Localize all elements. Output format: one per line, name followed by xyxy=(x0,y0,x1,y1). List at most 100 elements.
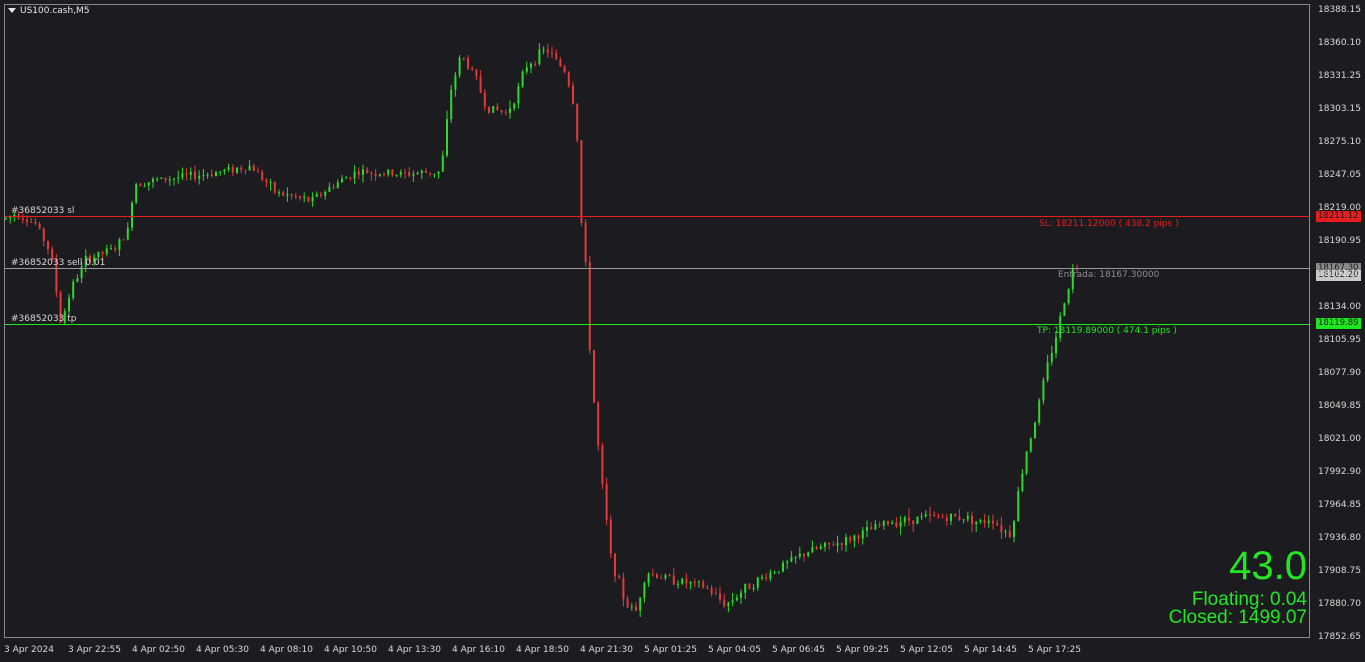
candle-body xyxy=(408,171,411,176)
candle-body xyxy=(152,178,154,183)
candle-body xyxy=(954,513,957,517)
candle-body xyxy=(987,520,990,523)
candle-body xyxy=(198,175,201,179)
candle-body xyxy=(866,527,868,531)
candle-body xyxy=(420,170,423,174)
candle-body xyxy=(698,581,700,583)
candle-body xyxy=(874,524,877,530)
candle-body xyxy=(1046,362,1049,381)
candle-body xyxy=(324,191,327,196)
candle-body xyxy=(131,202,133,228)
candle-body xyxy=(290,194,293,196)
candle-body xyxy=(572,85,574,104)
candle-body xyxy=(349,177,352,179)
candle-body xyxy=(639,597,642,611)
candle-body xyxy=(231,167,234,173)
candle-body xyxy=(849,537,852,541)
candle-body xyxy=(454,75,457,90)
candle-body xyxy=(1050,352,1053,363)
symbol-label[interactable]: US100.cash,M5 xyxy=(8,6,90,16)
candle-body xyxy=(668,575,671,577)
candle-body xyxy=(744,583,747,593)
candle-body xyxy=(110,248,112,250)
y-tick-label: 17936.80 xyxy=(1318,533,1361,543)
y-tick-label: 18134.00 xyxy=(1318,302,1361,312)
candle-body xyxy=(916,516,919,525)
candle-body xyxy=(853,535,856,541)
candle-body xyxy=(299,196,301,198)
candle-body xyxy=(1034,422,1036,439)
candle-body xyxy=(1013,521,1015,538)
candle-body xyxy=(769,572,772,579)
candle-body xyxy=(341,178,343,183)
tp-label: TP: 18119.89000 ( 474.1 pips ) xyxy=(1037,326,1177,336)
candle-body xyxy=(126,227,129,240)
x-tick-label: 5 Apr 09:25 xyxy=(836,645,889,655)
candle-body xyxy=(437,171,440,174)
candle-body xyxy=(345,177,348,179)
x-tick-label: 4 Apr 02:50 xyxy=(132,645,185,655)
candle-body xyxy=(1017,490,1020,522)
candle-body xyxy=(105,248,108,254)
tp-price-box[interactable]: 18119.89 xyxy=(1316,318,1361,329)
candle-body xyxy=(223,169,226,172)
candle-body xyxy=(5,218,7,220)
candle-body xyxy=(210,174,213,177)
candle-body xyxy=(404,171,406,173)
candle-body xyxy=(660,577,663,579)
candle-body xyxy=(248,165,251,171)
y-tick-label: 17992.90 xyxy=(1318,467,1361,477)
chart-window[interactable]: US100.cash,M5 #36852033 sl #36852033 sel… xyxy=(0,0,1365,662)
candle-body xyxy=(68,297,70,312)
candle-body xyxy=(1021,473,1024,491)
candle-body xyxy=(555,53,558,60)
candle-body xyxy=(891,522,894,525)
candle-body xyxy=(320,194,322,196)
candle-body xyxy=(777,571,780,573)
candle-body xyxy=(72,281,75,298)
y-tick-label: 18388.15 xyxy=(1318,5,1361,15)
candle-body xyxy=(580,140,583,223)
candle-body xyxy=(576,103,579,141)
candle-body xyxy=(899,522,902,527)
candle-body xyxy=(958,516,961,520)
sl-tag: #36852033 sl xyxy=(11,206,75,216)
candle-body xyxy=(475,69,478,77)
y-tick-label: 18331.25 xyxy=(1318,71,1361,81)
candle-body xyxy=(672,575,675,585)
x-tick-label: 3 Apr 2024 xyxy=(4,645,54,655)
y-tick-label: 17880.70 xyxy=(1318,599,1361,609)
candle-body xyxy=(840,543,843,546)
candle-body xyxy=(391,169,394,176)
candle-body xyxy=(546,49,549,53)
candle-body xyxy=(450,89,453,120)
dropdown-triangle-icon[interactable] xyxy=(8,8,16,13)
candle-body xyxy=(307,196,310,202)
candle-body xyxy=(605,484,608,520)
candle-body xyxy=(845,537,847,546)
candle-body xyxy=(815,547,818,549)
candle-body xyxy=(786,561,789,563)
candle-body xyxy=(559,59,562,67)
candle-body xyxy=(656,574,658,578)
candle-body xyxy=(748,583,751,590)
closed-value: Closed: 1499.07 xyxy=(1168,607,1307,628)
candle-body xyxy=(870,527,873,530)
candle-body xyxy=(685,578,688,584)
candle-body xyxy=(97,251,100,258)
candle-body xyxy=(479,76,482,93)
y-tick-label: 18190.95 xyxy=(1318,236,1361,246)
x-tick-label: 4 Apr 10:50 xyxy=(324,645,377,655)
candle-body xyxy=(177,177,180,179)
x-tick-label: 4 Apr 08:10 xyxy=(260,645,313,655)
candle-body xyxy=(525,67,528,72)
candle-body xyxy=(1029,438,1032,452)
candle-body xyxy=(1000,525,1003,533)
candle-body xyxy=(353,171,356,179)
candle-body xyxy=(240,167,243,170)
candle-body xyxy=(710,587,713,594)
candle-body xyxy=(227,167,230,170)
candle-body xyxy=(807,552,810,556)
candle-body xyxy=(828,542,831,545)
y-tick-label: 18303.15 xyxy=(1318,104,1361,114)
